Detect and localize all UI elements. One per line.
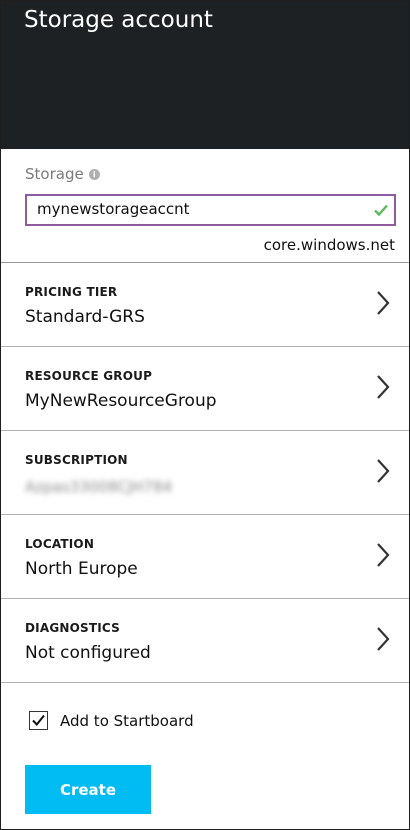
add-to-startboard: Add to Startboard (29, 711, 194, 730)
storage-label: Storage (25, 165, 84, 183)
storage-name-field (25, 194, 396, 226)
checkmark-icon (32, 714, 45, 727)
startboard-checkbox[interactable] (29, 711, 48, 730)
storage-label-row: Storage i (25, 165, 100, 183)
create-button[interactable]: Create (25, 765, 151, 814)
resource-group-row[interactable]: RESOURCE GROUP MyNewResourceGroup (1, 347, 409, 431)
subscription-value: Azpas33008CJH784 (25, 478, 173, 496)
diagnostics-row[interactable]: DIAGNOSTICS Not configured (1, 599, 409, 683)
pricing-tier-value: Standard-GRS (25, 307, 145, 327)
chevron-right-icon (377, 459, 390, 483)
blade-title: Storage account (24, 7, 213, 33)
chevron-right-icon (377, 291, 390, 315)
pricing-tier-label: PRICING TIER (25, 285, 118, 299)
location-row[interactable]: LOCATION North Europe (1, 515, 409, 599)
location-label: LOCATION (25, 537, 95, 551)
subscription-label: SUBSCRIPTION (25, 453, 128, 467)
startboard-label: Add to Startboard (60, 711, 194, 730)
blade-header: Storage account (1, 1, 409, 149)
diagnostics-label: DIAGNOSTICS (25, 621, 120, 635)
storage-name-input[interactable] (27, 196, 357, 222)
info-icon[interactable]: i (88, 169, 100, 180)
resource-group-label: RESOURCE GROUP (25, 369, 153, 383)
chevron-right-icon (377, 627, 390, 651)
domain-suffix: core.windows.net (263, 236, 395, 254)
location-value: North Europe (25, 559, 138, 579)
checkmark-icon (374, 204, 388, 217)
pricing-tier-row[interactable]: PRICING TIER Standard-GRS (1, 263, 409, 347)
resource-group-value: MyNewResourceGroup (25, 391, 217, 411)
storage-name-section: Storage i core.windows.net (1, 149, 409, 263)
chevron-right-icon (377, 375, 390, 399)
chevron-right-icon (377, 543, 390, 567)
diagnostics-value: Not configured (25, 643, 151, 663)
storage-account-blade: Storage account Storage i core.windows.n… (0, 0, 410, 830)
subscription-row[interactable]: SUBSCRIPTION Azpas33008CJH784 (1, 431, 409, 515)
